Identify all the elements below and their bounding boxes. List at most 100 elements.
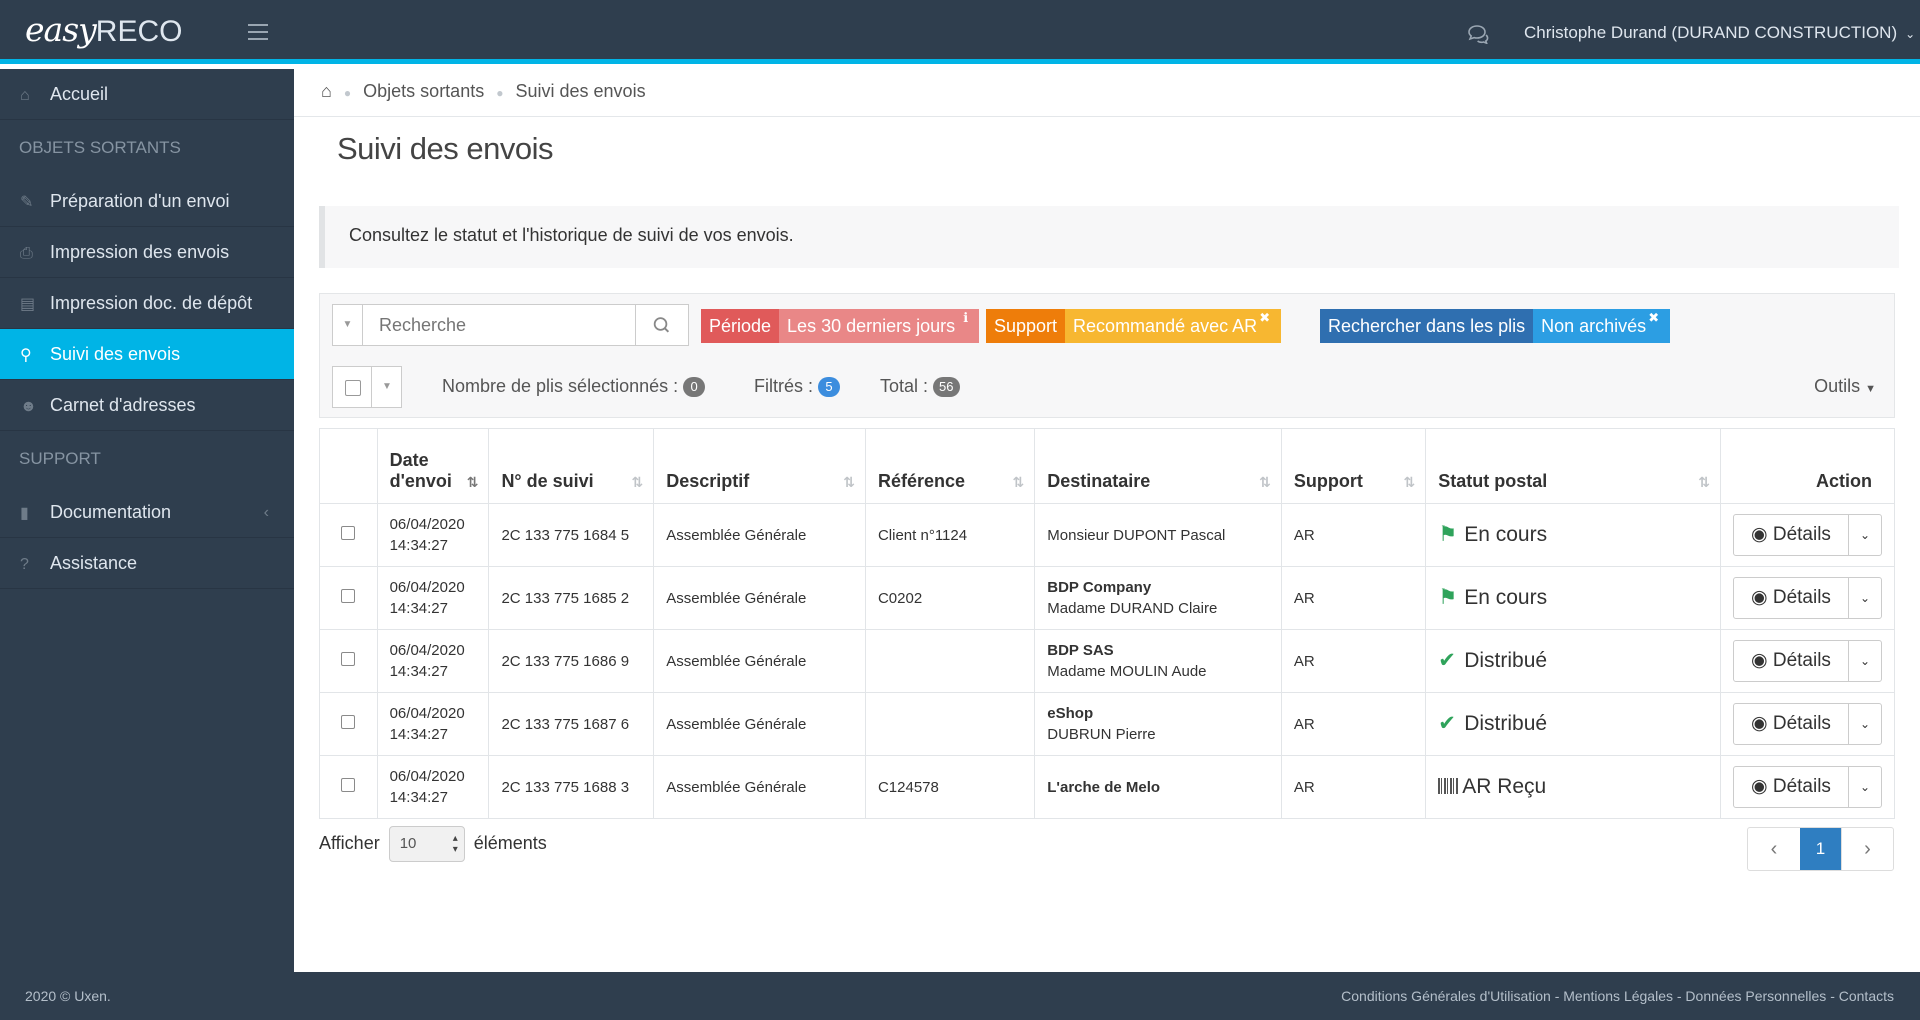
details-button[interactable]: ◉ Détails [1734,578,1849,618]
cell-recipient: L'arche de Melo [1034,755,1282,819]
eye-icon: ◉ [1750,524,1768,545]
logo[interactable]: easyRECO [25,10,182,49]
filter-tag-periode[interactable]: Période Les 30 derniers jours ℹ [701,309,980,343]
table-row: 06/04/2020 14:34:27 2C 133 775 1688 3 Ass… [319,755,1896,819]
chevron-down-icon: ⌄ [1905,27,1916,41]
col-recipient[interactable]: Destinataire ⇅ [1034,428,1282,504]
caret-down-icon: ▼ [1865,383,1876,395]
sort-icon: ⇅ [1012,474,1025,490]
page-size-control: Afficher 10 ▴ ▾ éléments [319,826,547,862]
col-description[interactable]: Descriptif ⇅ [653,428,866,504]
filter-tag-support[interactable]: Support Recommandé avec AR ✖ [986,309,1282,343]
bulk-select-dropdown[interactable]: ▼ [371,367,402,407]
prev-page-button[interactable]: ‹ [1748,828,1800,870]
cell-reference: C0202 [864,566,1036,630]
details-button[interactable]: ◉ Détails [1734,641,1849,681]
eye-icon: ◉ [1750,587,1768,608]
user-menu[interactable]: Christophe Durand (DURAND CONSTRUCTION) ⌄ [1524,23,1915,43]
row-checkbox[interactable] [341,525,356,540]
cell-recipient: BDP Company Madame DURAND Claire [1034,566,1282,630]
chat-icon[interactable] [1466,24,1490,44]
sidebar-item-impression[interactable]: ⎙ Impression des envois [0,227,294,278]
search-options-dropdown[interactable]: ▼ [333,305,363,345]
page-button-current[interactable]: 1 [1800,828,1841,870]
row-checkbox[interactable] [341,588,356,603]
search-button[interactable] [635,305,688,345]
col-select [319,428,378,504]
row-checkbox[interactable] [341,651,356,666]
page-size-select[interactable]: 10 ▴ ▾ [388,826,465,862]
close-icon[interactable]: ✖ [1251,301,1278,335]
details-button[interactable]: ◉ Détails [1734,515,1849,555]
sidebar-item-assistance[interactable]: ? Assistance [0,538,294,589]
table-row: 06/04/2020 14:34:27 2C 133 775 1687 6 Ass… [319,692,1896,756]
table-row: 06/04/2020 14:34:27 2C 133 775 1685 2 Ass… [319,566,1896,630]
home-icon: ⌂ [20,87,30,104]
shipments-table: Date d'envoi ⇅ N° de suivi ⇅ Descriptif ⇅ Ré… [319,428,1896,819]
cell-status: AR Reçu [1425,755,1721,819]
col-status[interactable]: Statut postal ⇅ [1425,428,1721,504]
col-date[interactable]: Date d'envoi ⇅ [376,428,490,504]
cell-description: Assemblée Générale [653,692,866,756]
action-dropdown[interactable]: ⌄ [1849,641,1881,681]
printer-icon: ⎙ [20,245,33,262]
footer: 2020 © Uxen. Conditions Générales d'Util… [0,972,1920,1020]
cell-tracking: 2C 133 775 1685 2 [488,566,655,630]
sort-desc-icon: ⇅ [466,474,479,490]
cell-recipient: Monsieur DUPONT Pascal [1034,503,1282,567]
pencil-icon: ✎ [20,194,34,211]
details-button[interactable]: ◉ Détails [1734,767,1849,807]
footer-links[interactable]: Conditions Générales d'Utilisation - Men… [1341,988,1894,1004]
cell-description: Assemblée Générale [653,629,866,693]
cell-reference [864,692,1036,756]
search-input[interactable] [364,305,634,345]
action-dropdown[interactable]: ⌄ [1849,767,1881,807]
flag-icon: ⚑ [1438,522,1458,546]
row-checkbox[interactable] [341,777,356,792]
cell-tracking: 2C 133 775 1688 3 [488,755,655,819]
cell-date: 06/04/2020 14:34:27 [376,503,490,567]
col-support[interactable]: Support ⇅ [1280,428,1427,504]
cell-tracking: 2C 133 775 1686 9 [488,629,655,693]
sort-icon: ⇅ [1403,474,1416,490]
check-icon: ✔ [1438,648,1456,672]
menu-toggle-icon[interactable] [248,24,268,40]
selected-count: Nombre de plis sélectionnés : 0 [442,376,706,398]
cell-reference: Client n°1124 [864,503,1036,567]
row-checkbox[interactable] [341,714,356,729]
info-icon[interactable]: ℹ [955,301,976,335]
col-tracking[interactable]: N° de suivi ⇅ [488,428,655,504]
pagination: ‹ 1 › [1747,827,1894,871]
action-dropdown[interactable]: ⌄ [1849,578,1881,618]
cell-date: 06/04/2020 14:34:27 [376,566,490,630]
next-page-button[interactable]: › [1841,828,1893,870]
filtered-count: Filtrés : 5 [754,376,841,398]
close-icon[interactable]: ✖ [1640,301,1667,335]
col-reference[interactable]: Référence ⇅ [864,428,1036,504]
cell-description: Assemblée Générale [653,503,866,567]
action-dropdown[interactable]: ⌄ [1849,515,1881,555]
sidebar-item-suivi[interactable]: ⚲ Suivi des envois [0,329,294,380]
sidebar-item-preparation[interactable]: ✎ Préparation d'un envoi [0,176,294,227]
info-box: Consultez le statut et l'historique de s… [319,206,1899,268]
filter-tag-plis[interactable]: Rechercher dans les plis Non archivés ✖ [1320,309,1671,343]
action-dropdown[interactable]: ⌄ [1849,704,1881,744]
chevron-left-icon: ‹ [263,504,269,521]
sidebar-item-documentation[interactable]: ▮ Documentation ‹ [0,487,294,538]
table-row: 06/04/2020 14:34:27 2C 133 775 1684 5 Ass… [319,503,1896,567]
filter-panel: ▼ Période Les 30 derniers jours ℹ Suppor… [319,293,1895,418]
cell-recipient: eShop DUBRUN Pierre [1034,692,1282,756]
sidebar-item-depot[interactable]: ▤ Impression doc. de dépôt [0,278,294,329]
sidebar-item-accueil[interactable]: ⌂ Accueil [0,69,294,120]
details-button-group: ◉ Détails ⌄ [1732,577,1882,619]
breadcrumb-objets-sortants[interactable]: Objets sortants [363,81,484,101]
sort-icon: ⇅ [843,474,855,490]
cell-support: AR [1280,566,1427,630]
document-icon: ▤ [20,296,36,313]
home-icon[interactable]: ⌂ [321,81,332,101]
sidebar-item-carnet[interactable]: ☻ Carnet d'adresses [0,380,294,431]
book-icon: ▮ [20,505,29,522]
tools-dropdown[interactable]: Outils ▼ [1814,376,1876,397]
select-all-checkbox[interactable] [345,380,361,396]
details-button[interactable]: ◉ Détails [1734,704,1849,744]
